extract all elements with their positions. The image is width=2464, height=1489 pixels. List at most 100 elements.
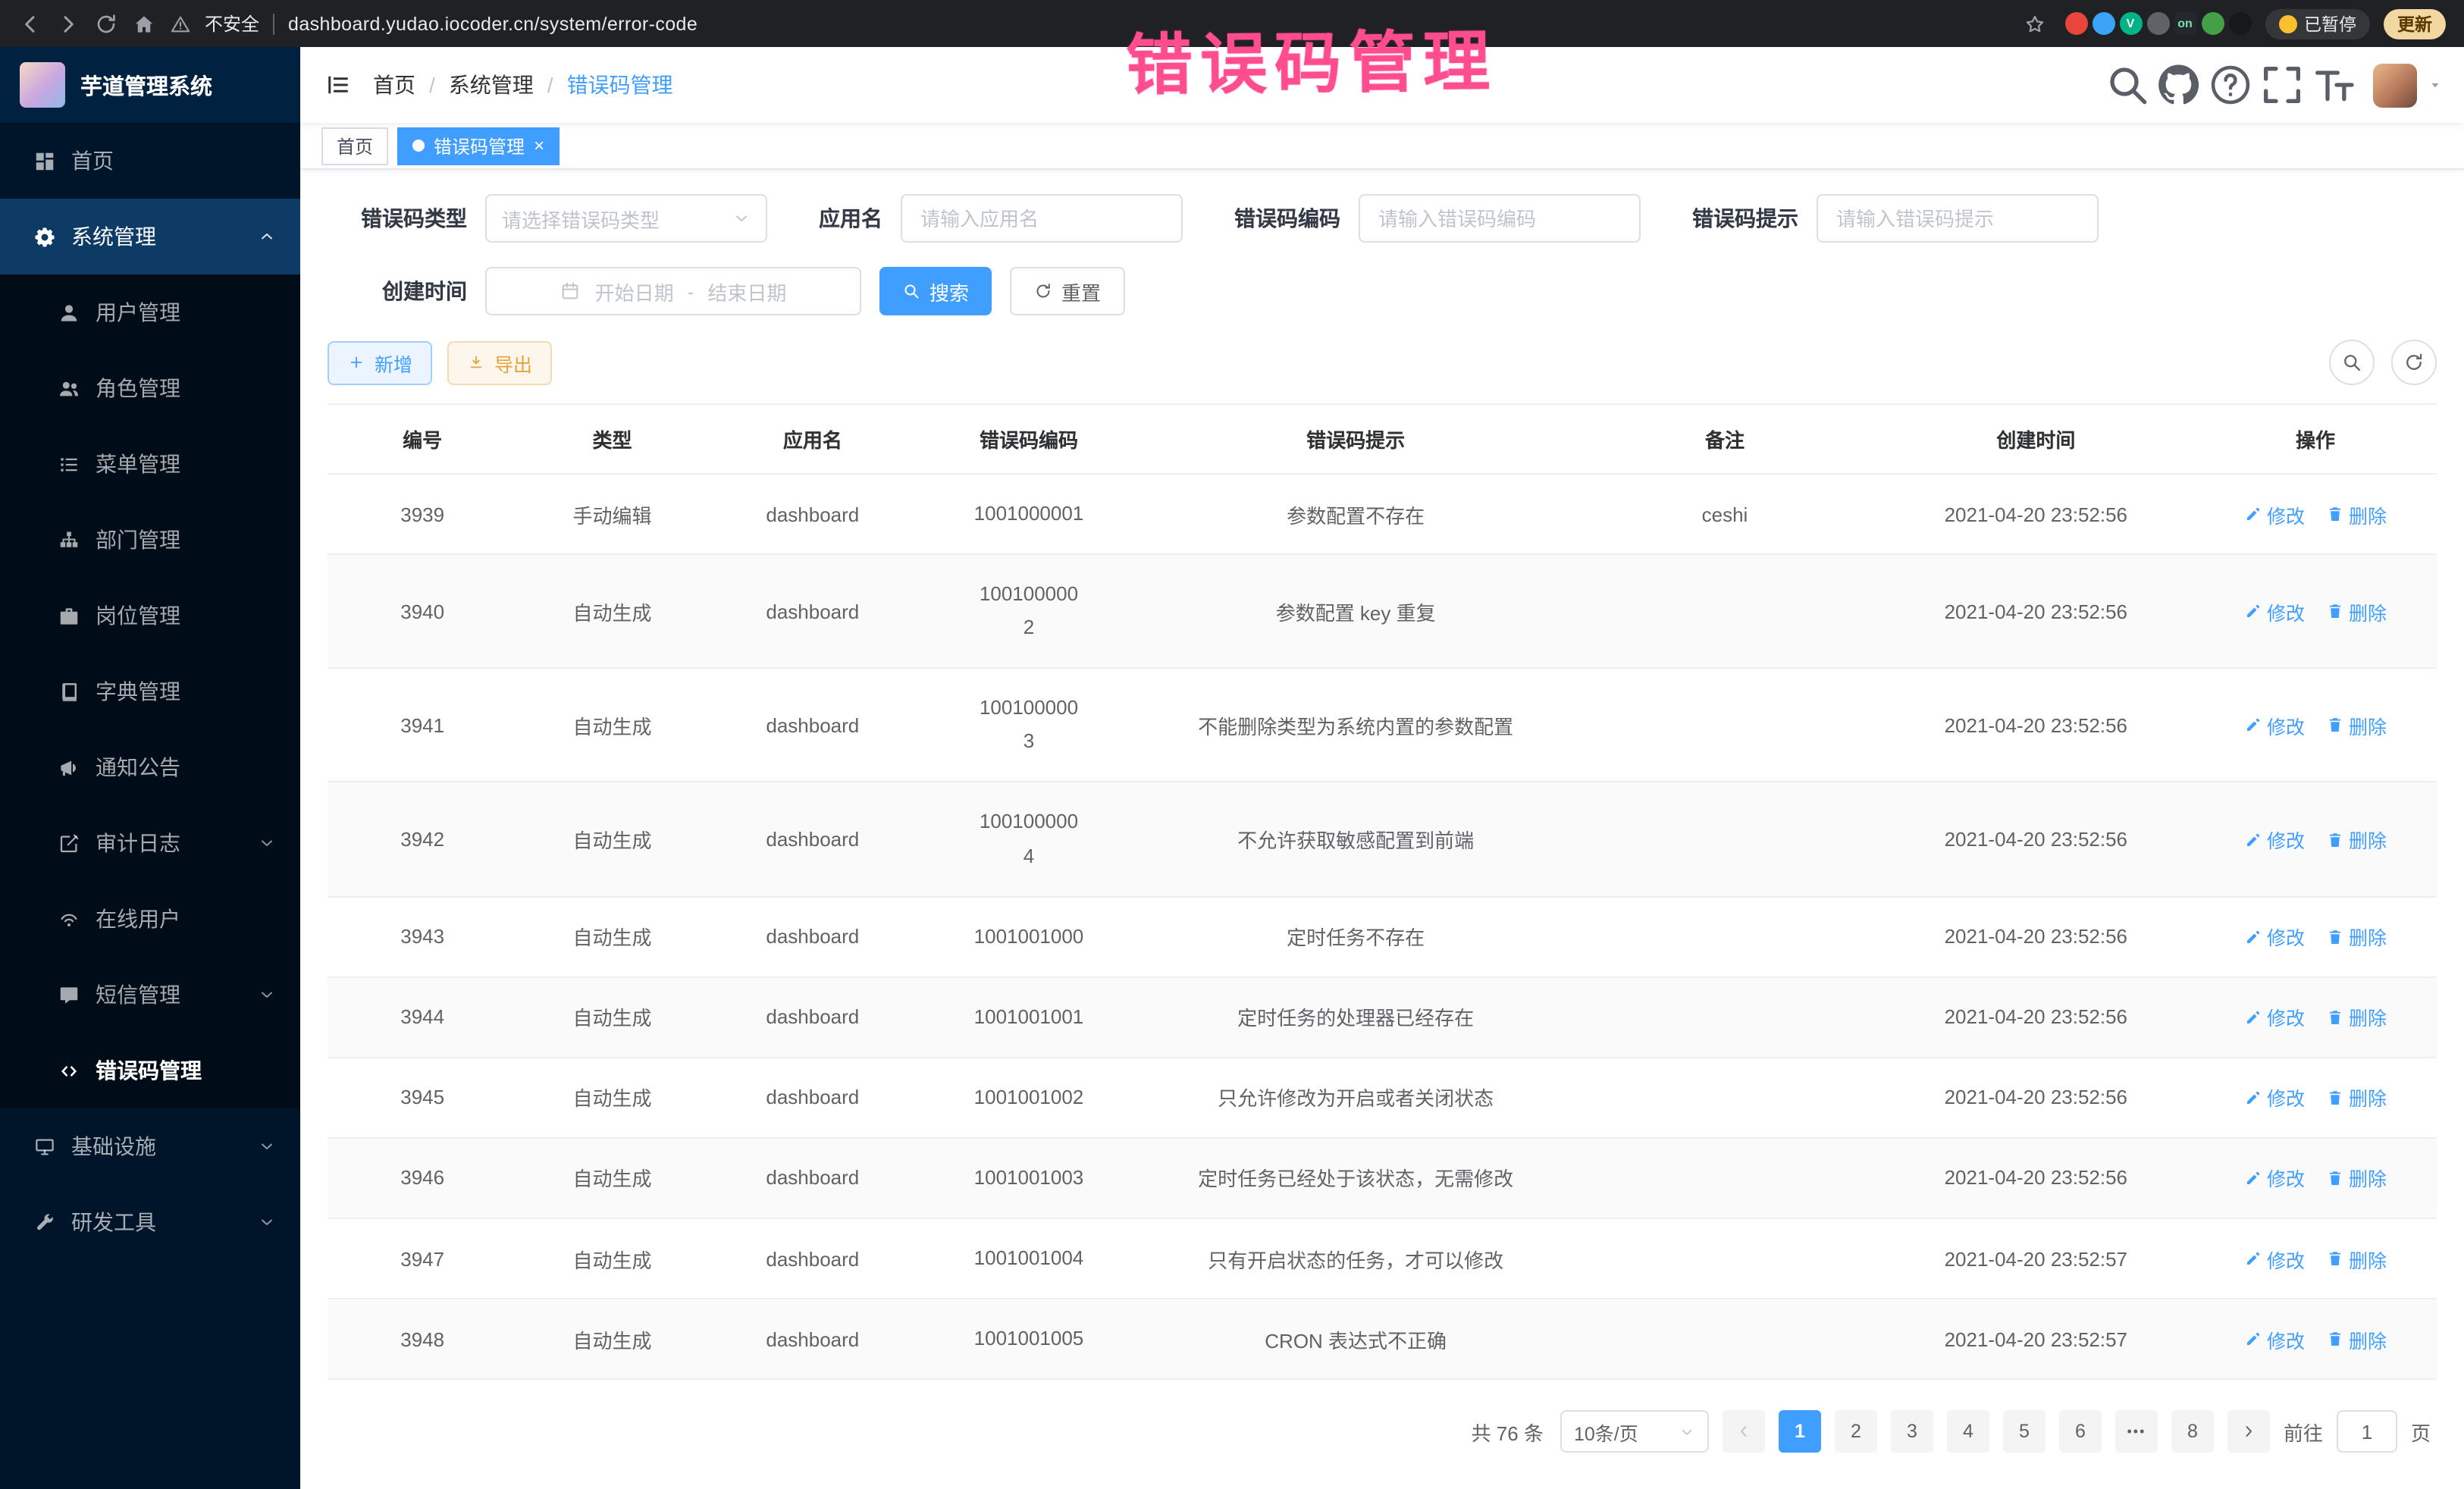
refresh-table-button[interactable] <box>2391 340 2437 385</box>
code-icon <box>58 1059 80 1082</box>
extension-icon-paw[interactable] <box>2228 12 2251 35</box>
browser-home-icon[interactable] <box>132 11 156 36</box>
edit-link[interactable]: 修改 <box>2244 922 2305 951</box>
error-hint-input[interactable] <box>1817 194 2099 243</box>
extension-icon-switch[interactable]: on <box>2174 12 2196 35</box>
page-number-button[interactable]: 1 <box>1779 1410 1821 1453</box>
breadcrumb-home[interactable]: 首页 <box>373 70 415 100</box>
toggle-search-button[interactable] <box>2329 340 2375 385</box>
date-range-picker[interactable]: 开始日期 - 结束日期 <box>485 267 861 315</box>
sidebar-item-notice[interactable]: 通知公告 <box>0 729 300 805</box>
edit-link[interactable]: 修改 <box>2244 1324 2305 1353</box>
extension-icon-red[interactable] <box>2064 12 2087 35</box>
table-cell: 3942 <box>328 782 517 896</box>
delete-link[interactable]: 删除 <box>2326 1003 2387 1032</box>
help-icon[interactable] <box>2206 58 2255 112</box>
search-button[interactable]: 搜索 <box>879 267 992 315</box>
fullscreen-icon[interactable] <box>2258 58 2306 112</box>
edit-link[interactable]: 修改 <box>2244 1003 2305 1032</box>
search-icon[interactable] <box>2103 58 2152 112</box>
delete-link[interactable]: 删除 <box>2326 1324 2387 1353</box>
delete-link[interactable]: 删除 <box>2326 825 2387 854</box>
table-row: 3947自动生成dashboard1001001004只有开启状态的任务，才可以… <box>328 1218 2437 1299</box>
sidebar-item-system[interactable]: 系统管理 <box>0 199 300 274</box>
edit-link[interactable]: 修改 <box>2244 1083 2305 1112</box>
user-avatar[interactable] <box>2373 63 2417 107</box>
github-icon[interactable] <box>2155 58 2203 112</box>
sidebar-toggle-icon[interactable] <box>324 71 352 99</box>
paused-label: 已暂停 <box>2304 11 2356 36</box>
sidebar-item-online-user[interactable]: 在线用户 <box>0 881 300 957</box>
view-tag[interactable]: 错误码管理 <box>397 127 560 165</box>
trash-icon <box>2326 1089 2344 1107</box>
url-text[interactable]: dashboard.yudao.iocoder.cn/system/error-… <box>288 13 698 34</box>
table-cell: 2021-04-20 23:52:56 <box>1878 554 2194 668</box>
sidebar-item-dev-tools[interactable]: 研发工具 <box>0 1184 300 1260</box>
sidebar-item-role[interactable]: 角色管理 <box>0 350 300 426</box>
browser-forward-icon[interactable] <box>56 11 80 36</box>
delete-link[interactable]: 删除 <box>2326 1164 2387 1193</box>
delete-link[interactable]: 删除 <box>2326 500 2387 528</box>
font-size-icon[interactable] <box>2309 58 2358 112</box>
sidebar-item-dict[interactable]: 字典管理 <box>0 654 300 729</box>
view-tag[interactable]: 首页 <box>321 127 388 165</box>
edit-link[interactable]: 修改 <box>2244 597 2305 625</box>
page-number-button[interactable]: 8 <box>2171 1410 2214 1453</box>
pager-more-button[interactable]: ••• <box>2115 1410 2158 1453</box>
trash-icon <box>2326 927 2344 945</box>
page-number-button[interactable]: 2 <box>1835 1410 1877 1453</box>
goto-page-input[interactable] <box>2337 1410 2397 1453</box>
caret-down-icon[interactable] <box>2428 77 2443 92</box>
edit-link[interactable]: 修改 <box>2244 825 2305 854</box>
error-code-label: 错误码编码 <box>1234 203 1340 234</box>
add-button[interactable]: 新增 <box>328 340 432 384</box>
next-page-button[interactable] <box>2227 1410 2270 1453</box>
extension-icon-gray[interactable] <box>2146 12 2169 35</box>
sidebar-item-home[interactable]: 首页 <box>0 123 300 199</box>
delete-link[interactable]: 删除 <box>2326 1244 2387 1273</box>
reset-button[interactable]: 重置 <box>1010 267 1125 315</box>
export-button[interactable]: 导出 <box>447 340 552 384</box>
sidebar-item-infra[interactable]: 基础设施 <box>0 1108 300 1184</box>
trash-icon <box>2326 830 2344 848</box>
app-name-input[interactable] <box>901 194 1183 243</box>
delete-link[interactable]: 删除 <box>2326 711 2387 740</box>
bookmark-star-icon[interactable] <box>2022 11 2046 36</box>
sidebar-item-sms[interactable]: 短信管理 <box>0 957 300 1033</box>
edit-link[interactable]: 修改 <box>2244 1244 2305 1273</box>
sidebar-item-audit-log[interactable]: 审计日志 <box>0 805 300 881</box>
breadcrumb-system[interactable]: 系统管理 <box>449 70 534 100</box>
delete-link[interactable]: 删除 <box>2326 597 2387 625</box>
browser-back-icon[interactable] <box>18 11 42 36</box>
page-number-button[interactable]: 4 <box>1947 1410 1989 1453</box>
extension-icon-green[interactable]: V <box>2119 12 2142 35</box>
tag-close-icon[interactable] <box>534 135 544 156</box>
table-cell: 自动生成 <box>517 977 707 1058</box>
delete-link[interactable]: 删除 <box>2326 922 2387 951</box>
page-number-button[interactable]: 3 <box>1891 1410 1933 1453</box>
page-size-select[interactable]: 10条/页 <box>1560 1410 1709 1453</box>
table-cell <box>1572 669 1877 782</box>
sidebar-item-menu[interactable]: 菜单管理 <box>0 426 300 502</box>
sidebar-item-dept[interactable]: 部门管理 <box>0 502 300 578</box>
error-code-input[interactable] <box>1359 194 1641 243</box>
edit-link[interactable]: 修改 <box>2244 711 2305 740</box>
page-number-button[interactable]: 5 <box>2003 1410 2045 1453</box>
sidebar-item-post[interactable]: 岗位管理 <box>0 578 300 654</box>
sidebar-item-user[interactable]: 用户管理 <box>0 274 300 350</box>
profile-paused-badge[interactable]: 已暂停 <box>2265 8 2370 39</box>
error-type-select[interactable]: 请选择错误码类型 <box>485 194 767 243</box>
delete-link[interactable]: 删除 <box>2326 1083 2387 1112</box>
extension-icon-leaf[interactable] <box>2201 12 2224 35</box>
prev-page-button[interactable] <box>1723 1410 1765 1453</box>
table-cell: 2021-04-20 23:52:56 <box>1878 896 2194 976</box>
page-number-button[interactable]: 6 <box>2059 1410 2102 1453</box>
browser-reload-icon[interactable] <box>94 11 118 36</box>
edit-link[interactable]: 修改 <box>2244 1164 2305 1193</box>
logo[interactable]: 芋道管理系统 <box>0 47 300 123</box>
chevron-down-icon <box>258 834 276 852</box>
extension-icon-blue[interactable] <box>2092 12 2114 35</box>
browser-update-button[interactable]: 更新 <box>2384 8 2446 39</box>
edit-link[interactable]: 修改 <box>2244 500 2305 528</box>
sidebar-item-error-code[interactable]: 错误码管理 <box>0 1033 300 1108</box>
